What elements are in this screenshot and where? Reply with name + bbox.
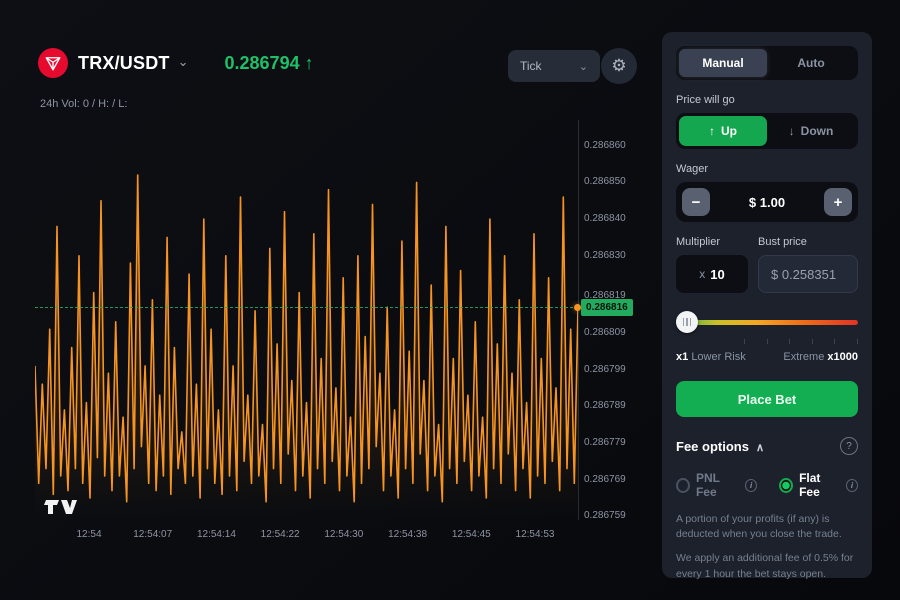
wager-increase-button[interactable]: +	[824, 188, 852, 216]
y-axis-tick: 0.286860	[584, 140, 626, 151]
fee-description-2: We apply an additional fee of 0.5% for e…	[676, 551, 858, 581]
multiplier-value: 10	[710, 267, 724, 282]
fee-options-toggle[interactable]: Fee options ∧	[676, 439, 764, 454]
y-axis-tick: 0.286850	[584, 176, 626, 187]
wager-label: Wager	[676, 163, 858, 175]
y-axis-tick: 0.286759	[584, 510, 626, 521]
pair-stats: 24h Vol: 0 / H: / L:	[40, 98, 127, 110]
chart-line-svg	[35, 120, 578, 520]
mode-tabs: Manual Auto	[676, 46, 858, 80]
radio-checked-icon	[779, 478, 793, 493]
risk-slider-handle[interactable]	[676, 311, 698, 333]
info-icon[interactable]: i	[745, 479, 757, 492]
direction-label: Price will go	[676, 94, 858, 106]
x-axis-tick: 12:54:30	[324, 529, 363, 540]
fee-help-button[interactable]: ?	[840, 437, 858, 455]
y-axis-tick: 0.286809	[584, 327, 626, 338]
tab-auto[interactable]: Auto	[767, 49, 855, 77]
interval-label: Tick	[520, 59, 542, 73]
risk-slider-labels: x1 Lower Risk Extreme x1000	[676, 351, 858, 363]
y-axis-tick: 0.286840	[584, 213, 626, 224]
risk-slider-ticks	[676, 339, 858, 344]
x-axis-tick: 12:54:53	[516, 529, 555, 540]
current-price-line	[35, 307, 578, 308]
price-up-arrow-icon: ↑	[305, 53, 314, 73]
price-axis[interactable]	[578, 120, 579, 520]
tron-logo-icon	[38, 48, 68, 78]
down-button[interactable]: ↓ Down	[767, 116, 855, 146]
y-axis-tick: 0.286830	[584, 250, 626, 261]
x-axis-tick: 12:54:07	[133, 529, 172, 540]
wager-decrease-button[interactable]: −	[682, 188, 710, 216]
y-axis-tick: 0.286779	[584, 437, 626, 448]
x-axis-tick: 12:54:45	[452, 529, 491, 540]
down-arrow-icon: ↓	[789, 124, 795, 138]
chevron-down-icon[interactable]: ⌄	[178, 54, 189, 70]
place-bet-button[interactable]: Place Bet	[676, 381, 858, 417]
wager-stepper: − $ 1.00 +	[676, 182, 858, 222]
last-price: 0.286794 ↑	[225, 53, 314, 74]
flat-fee-radio[interactable]: Flat Fee i	[779, 471, 858, 499]
chevron-down-icon: ⌄	[579, 60, 588, 73]
chart-settings-button[interactable]: ⚙	[601, 48, 637, 84]
wager-value[interactable]: $ 1.00	[749, 195, 785, 210]
bust-price-label: Bust price	[758, 236, 858, 248]
chevron-up-icon: ∧	[756, 441, 764, 454]
bust-price-input[interactable]: $ 0.258351	[758, 255, 858, 293]
risk-slider-track[interactable]	[676, 320, 858, 325]
y-axis-tick: 0.286769	[584, 474, 626, 485]
last-tick-dot	[574, 304, 581, 311]
bet-panel: Manual Auto Price will go ↑ Up ↓ Down Wa…	[662, 32, 872, 578]
y-axis-tick: 0.286789	[584, 400, 626, 411]
x-axis-tick: 12:54:22	[261, 529, 300, 540]
up-button[interactable]: ↑ Up	[679, 116, 767, 146]
tradingview-logo[interactable]	[44, 497, 78, 522]
current-price-tag: 0.286816	[581, 299, 633, 316]
direction-toggle: ↑ Up ↓ Down	[676, 113, 858, 149]
multiplier-label: Multiplier	[676, 236, 748, 248]
question-icon: ?	[846, 441, 852, 452]
pair-header: TRX/USDT ⌄ 0.286794 ↑	[38, 48, 314, 78]
y-axis-tick: 0.286799	[584, 364, 626, 375]
risk-slider[interactable]	[676, 311, 858, 333]
multiplier-input[interactable]: x 10	[676, 255, 748, 293]
fee-description-1: A portion of your profits (if any) is de…	[676, 512, 858, 542]
price-chart[interactable]	[35, 120, 578, 520]
x-axis-tick: 12:54	[76, 529, 101, 540]
pair-name[interactable]: TRX/USDT	[78, 53, 170, 74]
tab-manual[interactable]: Manual	[679, 49, 767, 77]
x-axis-tick: 12:54:14	[197, 529, 236, 540]
pnl-fee-radio[interactable]: PNL Fee i	[676, 471, 757, 499]
info-icon[interactable]: i	[846, 479, 858, 492]
interval-dropdown[interactable]: Tick ⌄	[508, 50, 600, 82]
up-arrow-icon: ↑	[709, 124, 715, 138]
x-axis-tick: 12:54:38	[388, 529, 427, 540]
gear-icon: ⚙	[611, 56, 626, 76]
radio-unchecked-icon	[676, 478, 690, 493]
